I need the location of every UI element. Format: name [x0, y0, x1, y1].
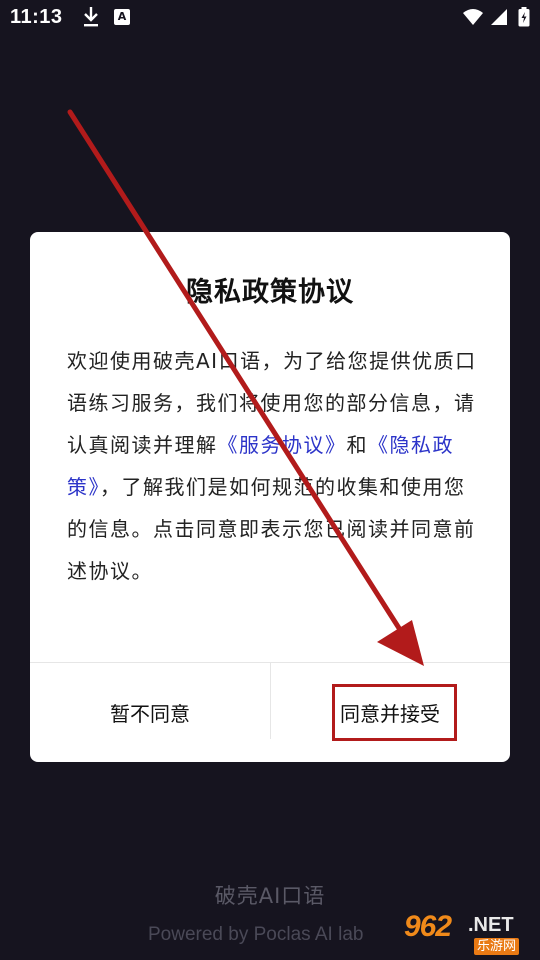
status-time: 11:13: [10, 6, 63, 28]
body-text-and: 和: [346, 433, 368, 457]
watermark-number: 962: [404, 910, 452, 943]
status-bar: 11:13 A: [0, 0, 540, 36]
accept-highlight-box: [332, 684, 457, 741]
service-agreement-link[interactable]: 《服务协议》: [218, 433, 347, 457]
a-icon: A: [114, 9, 130, 25]
dialog-body: 欢迎使用破壳AI口语，为了给您提供优质口语练习服务，我们将使用您的部分信息，请认…: [67, 340, 477, 592]
app-name: 破壳AI口语: [214, 884, 326, 908]
watermark-domain: .NET: [468, 914, 514, 936]
watermark-subtitle: 乐游网: [474, 938, 520, 955]
decline-button[interactable]: 暂不同意: [30, 663, 270, 761]
watermark-logo: 962 .NET 乐游网: [404, 908, 536, 958]
powered-by-text: Powered by Poclas AI lab: [148, 924, 364, 945]
body-text-outro: ，了解我们是如何规范的收集和使用您的信息。点击同意即表示您已阅读并同意前述协议。: [67, 475, 476, 583]
privacy-dialog: 隐私政策协议 欢迎使用破壳AI口语，为了给您提供优质口语练习服务，我们将使用您的…: [30, 232, 510, 762]
signal-icon: [491, 9, 507, 25]
dialog-title: 隐私政策协议: [186, 277, 354, 308]
battery-icon: [518, 7, 530, 27]
download-icon: [84, 7, 98, 27]
wifi-icon: [463, 9, 483, 25]
